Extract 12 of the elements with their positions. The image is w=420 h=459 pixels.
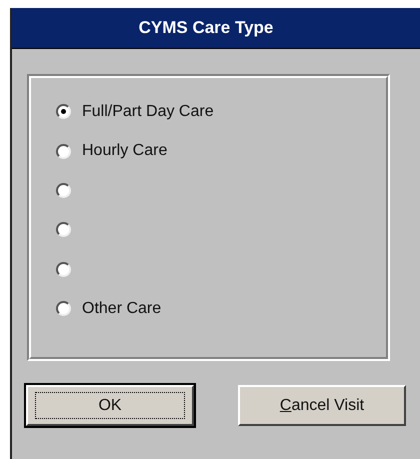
option-label[interactable]: Full/Part Day Care [82, 102, 214, 121]
radio-button[interactable] [56, 104, 71, 120]
radio-button[interactable] [56, 144, 71, 159]
radio-button[interactable] [56, 182, 71, 198]
option-label[interactable]: Other Care [82, 300, 162, 318]
option-label[interactable]: Hourly Care [82, 142, 168, 160]
radio-button[interactable] [56, 301, 71, 316]
radio-button[interactable] [56, 262, 71, 277]
window-title: CYMS Care Type [12, 8, 420, 49]
radio-button[interactable] [56, 222, 71, 238]
ok-button[interactable]: OK [26, 385, 194, 426]
cancel-button[interactable]: Cancel Visit [238, 385, 406, 426]
